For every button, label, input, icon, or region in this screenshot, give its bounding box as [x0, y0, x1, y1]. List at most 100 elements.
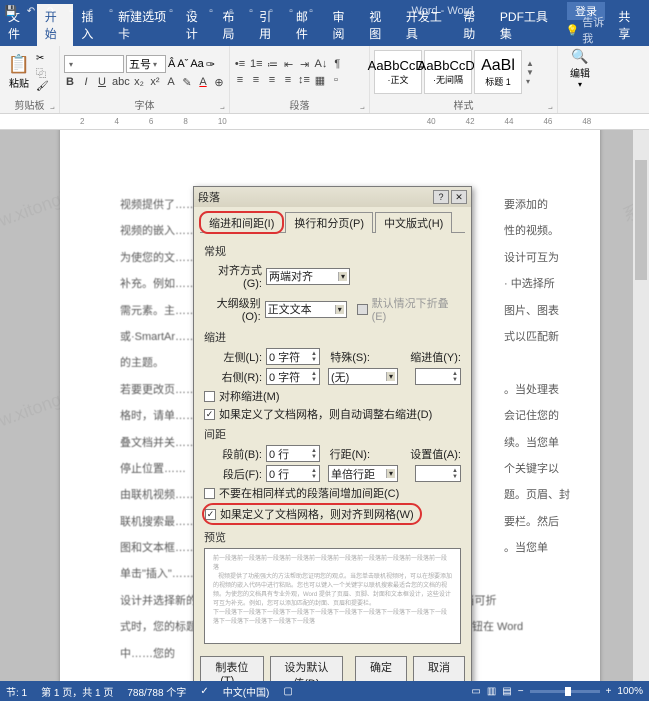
left-indent-spinner[interactable]: 0 字符▲▼	[266, 348, 320, 365]
line-spacing-combo[interactable]: 单倍行距▾	[328, 465, 398, 482]
strike-icon[interactable]: abc	[112, 76, 129, 89]
qat-icon[interactable]: ▫	[264, 4, 278, 18]
auto-adjust-checkbox[interactable]: ✓	[204, 409, 215, 420]
justify-icon[interactable]: ≡	[282, 74, 294, 87]
line-spacing-icon[interactable]: ↕≡	[298, 74, 310, 87]
right-indent-spinner[interactable]: 0 字符▲▼	[266, 368, 320, 385]
styles-down-icon[interactable]: ▼	[526, 68, 534, 77]
tab-developer[interactable]: 开发工具	[398, 4, 455, 46]
status-words[interactable]: 788/788 个字	[127, 684, 186, 699]
view-web-icon[interactable]: ▤	[502, 686, 511, 697]
before-spinner[interactable]: 0 行▲▼	[266, 445, 320, 462]
paste-button[interactable]: 📋 粘贴	[4, 54, 34, 90]
highlight-icon[interactable]: ✎	[181, 76, 193, 89]
tab-asian-typography[interactable]: 中文版式(H)	[375, 212, 452, 233]
undo-icon[interactable]: ↶	[24, 4, 38, 18]
qat-icon[interactable]: ▫	[64, 4, 78, 18]
scrollbar-thumb[interactable]	[635, 160, 647, 280]
no-space-same-style-checkbox[interactable]	[204, 488, 215, 499]
align-center-icon[interactable]: ≡	[250, 74, 262, 87]
qat-icon[interactable]: ▫	[204, 4, 218, 18]
increase-indent-icon[interactable]: ⇥	[299, 58, 311, 71]
view-print-icon[interactable]: ▥	[487, 686, 496, 697]
tab-pdf[interactable]: PDF工具集	[492, 4, 560, 46]
qat-icon[interactable]: ▫	[244, 4, 258, 18]
align-right-icon[interactable]: ≡	[266, 74, 278, 87]
share-button[interactable]: 共享	[608, 4, 649, 46]
status-section[interactable]: 节: 1	[6, 684, 27, 699]
alignment-combo[interactable]: 两端对齐▾	[266, 268, 350, 285]
qat-icon[interactable]: ▫	[184, 4, 198, 18]
shading-icon[interactable]: ▦	[314, 74, 326, 87]
status-spellcheck-icon[interactable]: ✓	[200, 686, 208, 697]
help-button[interactable]: ?	[433, 190, 449, 204]
bold-icon[interactable]: B	[64, 76, 76, 89]
multilevel-icon[interactable]: ≔	[267, 58, 279, 71]
after-spinner[interactable]: 0 行▲▼	[266, 465, 320, 482]
grow-font-icon[interactable]: Â	[168, 58, 175, 70]
tab-review[interactable]: 审阅	[325, 4, 362, 46]
copy-icon[interactable]: ⿻	[36, 65, 49, 80]
qat-icon[interactable]: ▫	[284, 4, 298, 18]
status-language[interactable]: 中文(中国)	[223, 684, 270, 699]
close-button[interactable]: ✕	[451, 190, 467, 204]
zoom-in-icon[interactable]: +	[606, 686, 612, 697]
status-page[interactable]: 第 1 页，共 1 页	[41, 684, 113, 699]
italic-icon[interactable]: I	[80, 76, 92, 89]
horizontal-ruler[interactable]: 246810 4042444648	[0, 114, 649, 130]
tab-indent-spacing[interactable]: 缩进和间距(I)	[200, 212, 283, 233]
redo-icon[interactable]: ↷	[44, 4, 58, 18]
superscript-icon[interactable]: x²	[149, 76, 161, 89]
zoom-slider[interactable]	[530, 690, 600, 693]
dialog-titlebar[interactable]: 段落 ? ✕	[194, 187, 471, 207]
font-name-combo[interactable]: ▾	[64, 55, 124, 73]
sort-icon[interactable]: A↓	[315, 58, 328, 71]
zoom-level[interactable]: 100%	[617, 686, 643, 697]
status-macro-icon[interactable]: ▢	[283, 686, 292, 697]
underline-icon[interactable]: U	[96, 76, 108, 89]
find-button[interactable]: 🔍 编辑 ▾	[562, 48, 598, 89]
qat-icon[interactable]: ▫	[104, 4, 118, 18]
format-painter-icon[interactable]: 🖌	[36, 81, 49, 92]
outline-combo[interactable]: 正文文本▾	[265, 301, 347, 318]
special-combo[interactable]: (无)▾	[328, 368, 398, 385]
font-color-icon[interactable]: A	[197, 76, 209, 89]
tab-line-page-breaks[interactable]: 换行和分页(P)	[285, 212, 373, 233]
bullets-icon[interactable]: •≡	[234, 58, 246, 71]
phonetic-icon[interactable]: ⊕	[213, 76, 225, 89]
view-read-icon[interactable]: ▭	[471, 686, 480, 697]
qat-icon[interactable]: ▫	[124, 4, 138, 18]
cut-icon[interactable]: ✂	[36, 53, 49, 64]
by-spinner[interactable]: ▲▼	[415, 368, 461, 385]
qat-icon[interactable]: ▫	[224, 4, 238, 18]
save-icon[interactable]: 💾	[4, 4, 18, 18]
mirror-indent-checkbox[interactable]	[204, 391, 215, 402]
style-item[interactable]: AaBl标题 1	[474, 50, 522, 94]
font-size-combo[interactable]: 五号▾	[126, 55, 166, 73]
numbering-icon[interactable]: 1≡	[250, 58, 263, 71]
change-case-icon[interactable]: Aa	[190, 58, 203, 70]
tell-me[interactable]: 💡告诉我	[566, 14, 609, 46]
clear-format-icon[interactable]: ✑	[206, 58, 215, 71]
text-effects-icon[interactable]: A	[165, 76, 177, 89]
styles-more-icon[interactable]: ▾	[526, 77, 534, 86]
tab-help[interactable]: 帮助	[455, 4, 492, 46]
snap-to-grid-checkbox[interactable]: ✓	[205, 509, 216, 520]
styles-up-icon[interactable]: ▲	[526, 59, 534, 68]
at-spinner[interactable]: ▲▼	[415, 465, 461, 482]
borders-icon[interactable]: ▫	[330, 74, 342, 87]
qat-icon[interactable]: ▫	[144, 4, 158, 18]
qat-icon[interactable]: ▫	[304, 4, 318, 18]
zoom-out-icon[interactable]: −	[518, 686, 524, 697]
subscript-icon[interactable]: x₂	[133, 76, 145, 89]
vertical-scrollbar[interactable]	[633, 130, 649, 681]
show-marks-icon[interactable]: ¶	[331, 58, 343, 71]
qat-icon[interactable]: ▫	[84, 4, 98, 18]
style-item[interactable]: AaBbCcDı·无间隔	[424, 50, 472, 94]
tab-view[interactable]: 视图	[361, 4, 398, 46]
qat-icon[interactable]: ▫	[164, 4, 178, 18]
style-item[interactable]: AaBbCcDı·正文	[374, 50, 422, 94]
shrink-font-icon[interactable]: Aˇ	[177, 58, 188, 70]
align-left-icon[interactable]: ≡	[234, 74, 246, 87]
decrease-indent-icon[interactable]: ⇤	[283, 58, 295, 71]
